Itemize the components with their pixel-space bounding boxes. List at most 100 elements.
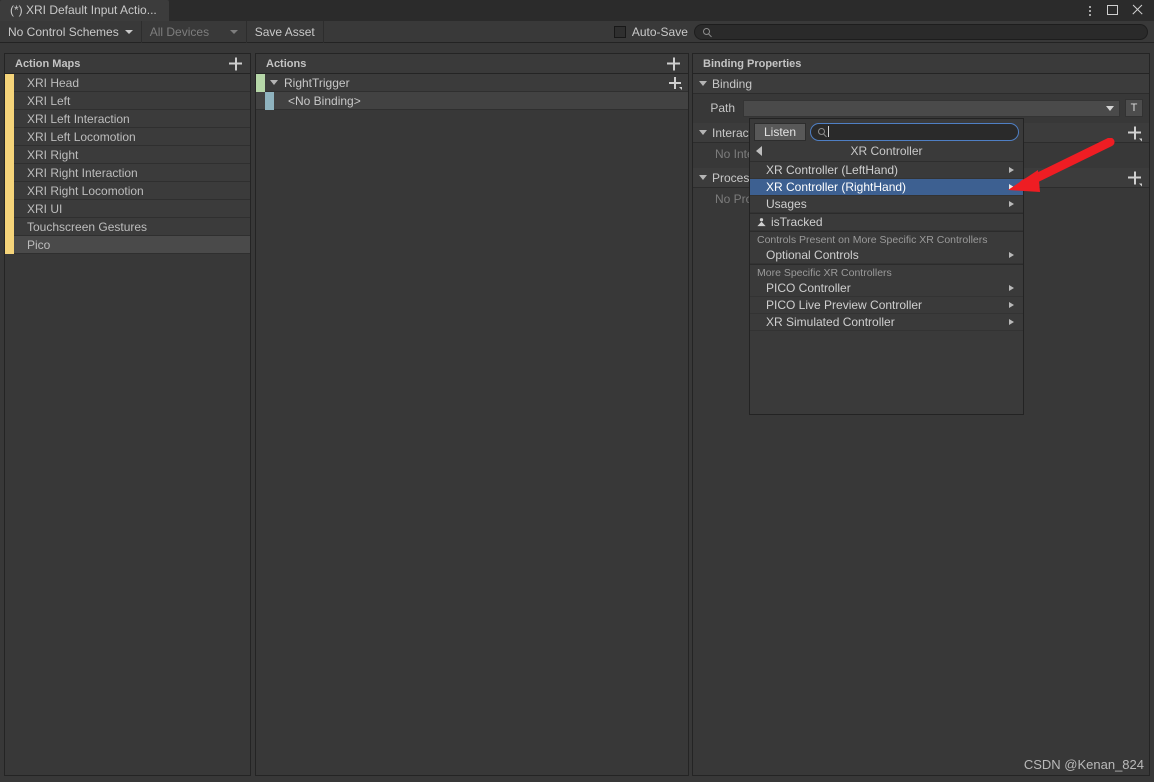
- action-map-row[interactable]: Touchscreen Gestures: [5, 217, 250, 236]
- menu-item-label: PICO Live Preview Controller: [766, 298, 923, 312]
- foldout-icon: [699, 130, 707, 135]
- action-map-label: XRI Left Interaction: [27, 111, 130, 126]
- window-buttons: [1083, 0, 1150, 21]
- action-map-row[interactable]: XRI Right Locomotion: [5, 181, 250, 200]
- binding-properties-header: Binding Properties: [693, 54, 1149, 74]
- person-icon: [757, 217, 766, 226]
- control-schemes-dropdown[interactable]: No Control Schemes: [0, 20, 142, 43]
- menu-item[interactable]: XR Controller (RightHand): [750, 179, 1023, 196]
- binding-color-bar: [265, 91, 274, 110]
- action-map-label: XRI Left Locomotion: [27, 129, 136, 144]
- unity-input-actions-window: (*) XRI Default Input Actio... No Contro…: [0, 0, 1154, 782]
- menu-item[interactable]: PICO Live Preview Controller: [750, 297, 1023, 314]
- add-action-map-button[interactable]: [229, 57, 242, 70]
- action-row[interactable]: RightTrigger: [256, 73, 688, 92]
- submenu-arrow-icon: [1009, 319, 1014, 325]
- asset-tab[interactable]: (*) XRI Default Input Actio...: [0, 0, 169, 21]
- action-map-row[interactable]: XRI Head: [5, 74, 250, 92]
- actions-list: RightTrigger <No Binding>: [256, 73, 688, 110]
- menu-item[interactable]: XR Simulated Controller: [750, 314, 1023, 331]
- binding-section-label: Binding: [712, 76, 753, 91]
- action-map-row[interactable]: XRI UI: [5, 199, 250, 218]
- menu-item[interactable]: Usages: [750, 196, 1023, 213]
- action-maps-panel: Action Maps XRI Head XRI Left XRI Left Int…: [4, 53, 251, 776]
- add-action-button[interactable]: [667, 57, 680, 70]
- add-interaction-button[interactable]: [1128, 126, 1142, 141]
- menu-item[interactable]: isTracked: [750, 214, 1023, 231]
- chevron-left-icon[interactable]: [756, 146, 762, 156]
- action-map-label: Touchscreen Gestures: [27, 219, 148, 234]
- actions-title: Actions: [266, 57, 307, 70]
- action-map-label: XRI Right Locomotion: [27, 183, 144, 198]
- action-map-label: XRI Left: [27, 93, 71, 108]
- save-asset-button[interactable]: Save Asset: [247, 20, 324, 43]
- search-icon: [702, 28, 710, 35]
- menu-item-label: isTracked: [771, 215, 823, 229]
- action-map-row[interactable]: XRI Right Interaction: [5, 163, 250, 182]
- action-map-row[interactable]: XRI Left Locomotion: [5, 127, 250, 146]
- action-map-color-bar: [5, 91, 14, 110]
- action-map-color-bar: [5, 217, 14, 236]
- action-map-label: XRI Right Interaction: [27, 165, 138, 180]
- auto-save-toggle[interactable]: Auto-Save: [606, 25, 688, 39]
- submenu-arrow-icon: [1009, 201, 1014, 207]
- action-map-label: Pico: [27, 237, 51, 252]
- menu-item-label: Optional Controls: [766, 248, 859, 262]
- path-picker-breadcrumb[interactable]: XR Controller: [750, 141, 1023, 162]
- watermark-text: CSDN @Kenan_824: [1023, 757, 1144, 772]
- action-map-color-bar: [5, 145, 14, 164]
- text-cursor: [828, 126, 829, 137]
- action-maps-header: Action Maps: [5, 54, 250, 74]
- action-map-row[interactable]: XRI Left Interaction: [5, 109, 250, 128]
- kebab-menu-icon[interactable]: [1083, 4, 1096, 17]
- actions-panel: Actions RightTrigger <No Binding>: [255, 53, 689, 776]
- add-binding-button[interactable]: [669, 76, 682, 90]
- submenu-arrow-icon: [1009, 184, 1014, 190]
- listen-button[interactable]: Listen: [754, 122, 806, 141]
- action-map-color-bar: [5, 235, 14, 254]
- menu-item-label: XR Controller (RightHand): [766, 180, 907, 194]
- add-processor-button[interactable]: [1128, 171, 1142, 186]
- action-map-color-bar: [5, 199, 14, 218]
- action-maps-list: XRI Head XRI Left XRI Left Interaction XRI …: [5, 74, 250, 254]
- devices-dropdown[interactable]: All Devices: [142, 20, 247, 43]
- menu-item[interactable]: XR Controller (LeftHand): [750, 162, 1023, 179]
- toolbar-search[interactable]: [693, 23, 1148, 40]
- menu-item[interactable]: PICO Controller: [750, 280, 1023, 297]
- binding-section-header[interactable]: Binding: [693, 74, 1149, 94]
- foldout-icon[interactable]: [270, 80, 278, 85]
- path-label: Path: [710, 101, 735, 115]
- menu-item[interactable]: Optional Controls: [750, 247, 1023, 264]
- maximize-icon[interactable]: [1107, 4, 1120, 17]
- action-map-row[interactable]: Pico: [5, 235, 250, 254]
- path-picker-search[interactable]: [810, 122, 1019, 141]
- toolbar: No Control Schemes All Devices Save Asse…: [0, 20, 1154, 43]
- close-icon[interactable]: [1131, 4, 1144, 17]
- action-map-row[interactable]: XRI Right: [5, 145, 250, 164]
- menu-item-label: Usages: [766, 197, 807, 211]
- action-map-label: XRI Head: [27, 75, 80, 90]
- foldout-icon: [699, 81, 707, 86]
- menu-item-label: XR Simulated Controller: [766, 315, 895, 329]
- chevron-down-icon: [124, 29, 133, 34]
- asset-tab-label: (*) XRI Default Input Actio...: [10, 3, 157, 17]
- path-text-mode-button[interactable]: T: [1125, 99, 1143, 117]
- path-picker-list: XR Controller (LeftHand) XR Controller (R…: [750, 162, 1023, 331]
- action-map-color-bar: [5, 109, 14, 128]
- auto-save-checkbox[interactable]: [613, 25, 626, 38]
- path-row: Path T: [693, 97, 1149, 119]
- submenu-arrow-icon: [1009, 252, 1014, 258]
- action-color-bar: [256, 73, 265, 92]
- save-asset-label: Save Asset: [254, 24, 315, 39]
- submenu-arrow-icon: [1009, 302, 1014, 308]
- binding-row[interactable]: <No Binding>: [256, 91, 688, 110]
- action-map-row[interactable]: XRI Left: [5, 91, 250, 110]
- binding-label: <No Binding>: [288, 93, 361, 108]
- path-dropdown[interactable]: [743, 99, 1120, 117]
- binding-properties-title: Binding Properties: [703, 57, 802, 70]
- foldout-icon: [699, 175, 707, 180]
- submenu-arrow-icon: [1009, 285, 1014, 291]
- action-map-color-bar: [5, 127, 14, 146]
- search-input[interactable]: [714, 25, 1139, 38]
- menu-group-header: More Specific XR Controllers: [757, 266, 892, 279]
